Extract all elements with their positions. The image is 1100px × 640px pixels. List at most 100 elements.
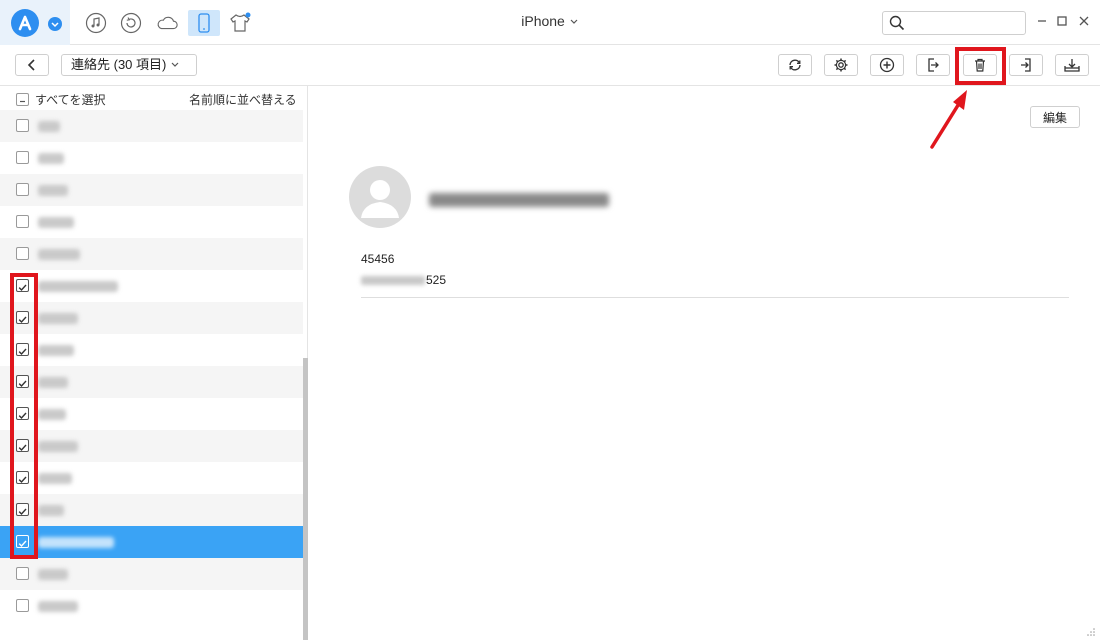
search-icon: [889, 15, 905, 36]
minimize-icon[interactable]: [1034, 13, 1050, 29]
contact-checkbox[interactable]: [16, 567, 29, 580]
contact-checkbox[interactable]: [16, 439, 29, 452]
search-box[interactable]: [882, 11, 1026, 35]
export-button[interactable]: [916, 54, 950, 76]
phone-number-2: 525: [426, 273, 447, 287]
contact-name-redacted: [38, 505, 64, 516]
phone-number-2-redacted: [361, 276, 425, 285]
contact-row[interactable]: [0, 462, 303, 494]
delete-button[interactable]: [963, 54, 997, 76]
contact-name-redacted: [38, 249, 80, 260]
contact-checkbox[interactable]: [16, 151, 29, 164]
search-input[interactable]: [909, 14, 1021, 32]
resize-grip[interactable]: [1084, 624, 1096, 636]
phone-icon[interactable]: [188, 10, 220, 36]
contact-row[interactable]: [0, 174, 303, 206]
contact-name-redacted: [38, 569, 68, 580]
app-logo-icon[interactable]: [11, 9, 39, 37]
import-icon: [1021, 58, 1031, 72]
select-all-checkbox[interactable]: [16, 93, 29, 106]
chevron-down-icon: [570, 19, 578, 24]
contact-row[interactable]: [0, 270, 303, 302]
contact-checkbox[interactable]: [16, 183, 29, 196]
checkmark-icon: [18, 316, 27, 324]
checkmark-icon: [18, 476, 27, 484]
download-icon: [1064, 59, 1080, 72]
contact-name-redacted: [38, 441, 78, 452]
scrollbar[interactable]: [303, 358, 308, 640]
add-button[interactable]: [870, 54, 904, 76]
import-button[interactable]: [1009, 54, 1043, 76]
contact-checkbox[interactable]: [16, 343, 29, 356]
contact-checkbox[interactable]: [16, 471, 29, 484]
contact-name-redacted: [38, 409, 66, 420]
chevron-down-icon[interactable]: [48, 17, 62, 31]
settings-button[interactable]: [824, 54, 858, 76]
refresh-button[interactable]: [778, 54, 812, 76]
category-dropdown[interactable]: 連絡先 (30 項目): [61, 54, 197, 76]
checkmark-icon: [18, 348, 27, 356]
tshirt-icon[interactable]: [228, 11, 252, 35]
list-header: すべてを選択 名前順に並べ替える: [0, 86, 308, 118]
contact-row[interactable]: [0, 430, 303, 462]
device-title[interactable]: iPhone: [500, 13, 600, 29]
contact-row[interactable]: [0, 110, 303, 142]
contact-row[interactable]: [0, 206, 303, 238]
contact-checkbox[interactable]: [16, 407, 29, 420]
cloud-icon[interactable]: [155, 11, 179, 35]
phone-number-1: 45456: [361, 252, 395, 266]
download-to-pc-button[interactable]: [1055, 54, 1089, 76]
contact-detail-panel: 編集 45456 525: [309, 86, 1100, 640]
music-icon[interactable]: [84, 11, 108, 35]
maximize-icon[interactable]: [1054, 13, 1070, 29]
contact-name-redacted: [38, 601, 78, 612]
back-button[interactable]: [15, 54, 49, 76]
contact-list-panel: すべてを選択 名前順に並べ替える: [0, 86, 308, 640]
chevron-left-icon: [27, 59, 35, 71]
contact-checkbox[interactable]: [16, 247, 29, 260]
person-icon: [361, 180, 399, 218]
contact-name-redacted: [38, 153, 64, 164]
contact-row[interactable]: [0, 302, 303, 334]
contact-checkbox[interactable]: [16, 375, 29, 388]
contact-row[interactable]: [0, 142, 303, 174]
device-name: iPhone: [521, 13, 565, 29]
avatar: [349, 166, 411, 228]
app-logo-area[interactable]: [0, 0, 70, 45]
contact-checkbox[interactable]: [16, 279, 29, 292]
sort-label: 名前順に並べ替える: [189, 93, 297, 107]
contact-checkbox[interactable]: [16, 215, 29, 228]
edit-button[interactable]: 編集: [1030, 106, 1080, 128]
checkmark-icon: [18, 284, 27, 292]
contact-row[interactable]: [0, 366, 303, 398]
contact-row[interactable]: [0, 526, 303, 558]
contact-checkbox[interactable]: [16, 535, 29, 548]
contact-checkbox[interactable]: [16, 311, 29, 324]
contact-name-redacted: [38, 377, 68, 388]
divider: [361, 297, 1069, 298]
checkmark-icon: [18, 380, 27, 388]
checkmark-icon: [18, 540, 27, 548]
category-label: 連絡先 (30 項目): [71, 57, 167, 72]
contact-checkbox[interactable]: [16, 599, 29, 612]
contact-row[interactable]: [0, 334, 303, 366]
contact-row[interactable]: [0, 398, 303, 430]
contact-name-redacted: [38, 281, 118, 292]
contact-name-redacted: [38, 185, 68, 196]
close-icon[interactable]: [1076, 13, 1092, 29]
checkmark-icon: [18, 412, 27, 420]
contact-row[interactable]: [0, 238, 303, 270]
contact-name-redacted: [38, 313, 78, 324]
contact-list: [0, 110, 303, 640]
trash-icon: [975, 58, 985, 72]
contact-row[interactable]: [0, 558, 303, 590]
contact-name-redacted: [38, 121, 60, 132]
contact-row[interactable]: [0, 494, 303, 526]
restore-icon[interactable]: [119, 11, 143, 35]
contact-name-redacted: [38, 217, 74, 228]
contact-checkbox[interactable]: [16, 503, 29, 516]
title-bar: iPhone: [0, 0, 1100, 45]
contact-row[interactable]: [0, 590, 303, 622]
contact-name-redacted: [38, 473, 72, 484]
contact-checkbox[interactable]: [16, 119, 29, 132]
